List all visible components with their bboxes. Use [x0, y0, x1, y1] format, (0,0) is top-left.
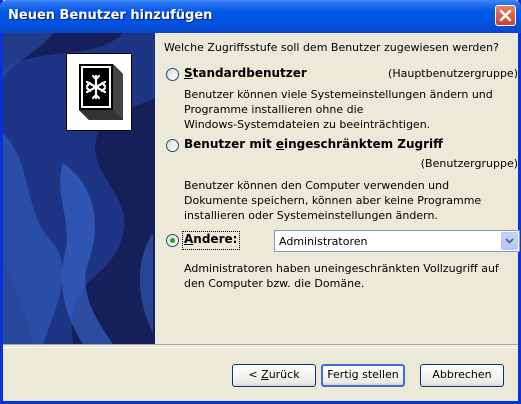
close-icon — [499, 9, 512, 22]
option-other-desc: Administratoren haben uneingeschränkten … — [184, 262, 499, 290]
option-standard-user-label[interactable]: Standardbenutzer — [184, 66, 307, 80]
dropdown-button[interactable] — [501, 232, 518, 250]
access-level-question: Welche Zugriffsstufe soll dem Benutzer z… — [164, 41, 499, 54]
cancel-button[interactable]: Abbrechen — [420, 364, 504, 387]
option-other-label[interactable]: Andere: — [184, 232, 237, 246]
wizard-content: Welche Zugriffsstufe soll dem Benutzer z… — [158, 33, 520, 344]
option-restricted-user-desc: Benutzer können den Computer verwenden u… — [184, 179, 482, 222]
users-snowflake-icon — [79, 64, 123, 120]
finish-button[interactable]: Fertig stellen — [321, 364, 405, 387]
radio-restricted-user[interactable] — [166, 139, 179, 152]
option-restricted-user-label[interactable]: Benutzer mit eingeschränktem Zugriff — [184, 137, 443, 151]
window-title: Neuen Benutzer hinzufügen — [8, 8, 213, 23]
title-bar[interactable]: Neuen Benutzer hinzufügen — [0, 0, 521, 33]
wizard-side-banner — [3, 33, 155, 344]
group-select-value: Administratoren — [279, 235, 368, 248]
button-separator — [3, 344, 518, 348]
radio-standard-user[interactable] — [166, 68, 179, 81]
group-select-dropdown[interactable]: Administratoren — [274, 230, 520, 252]
option-standard-user-desc: Benutzer können viele Systemeinstellunge… — [184, 88, 493, 131]
back-button[interactable]: < Zurück — [232, 364, 316, 387]
wizard-logo — [66, 53, 132, 131]
radio-other[interactable] — [166, 234, 179, 247]
dialog-window: Neuen Benutzer hinzufügen Welche Zugriff… — [0, 0, 521, 404]
option-standard-user-group: (Hauptbenutzergruppe) — [388, 67, 518, 80]
option-restricted-user-group: (Benutzergruppe) — [420, 157, 518, 170]
close-button[interactable] — [495, 5, 516, 26]
chevron-down-icon — [505, 238, 514, 244]
